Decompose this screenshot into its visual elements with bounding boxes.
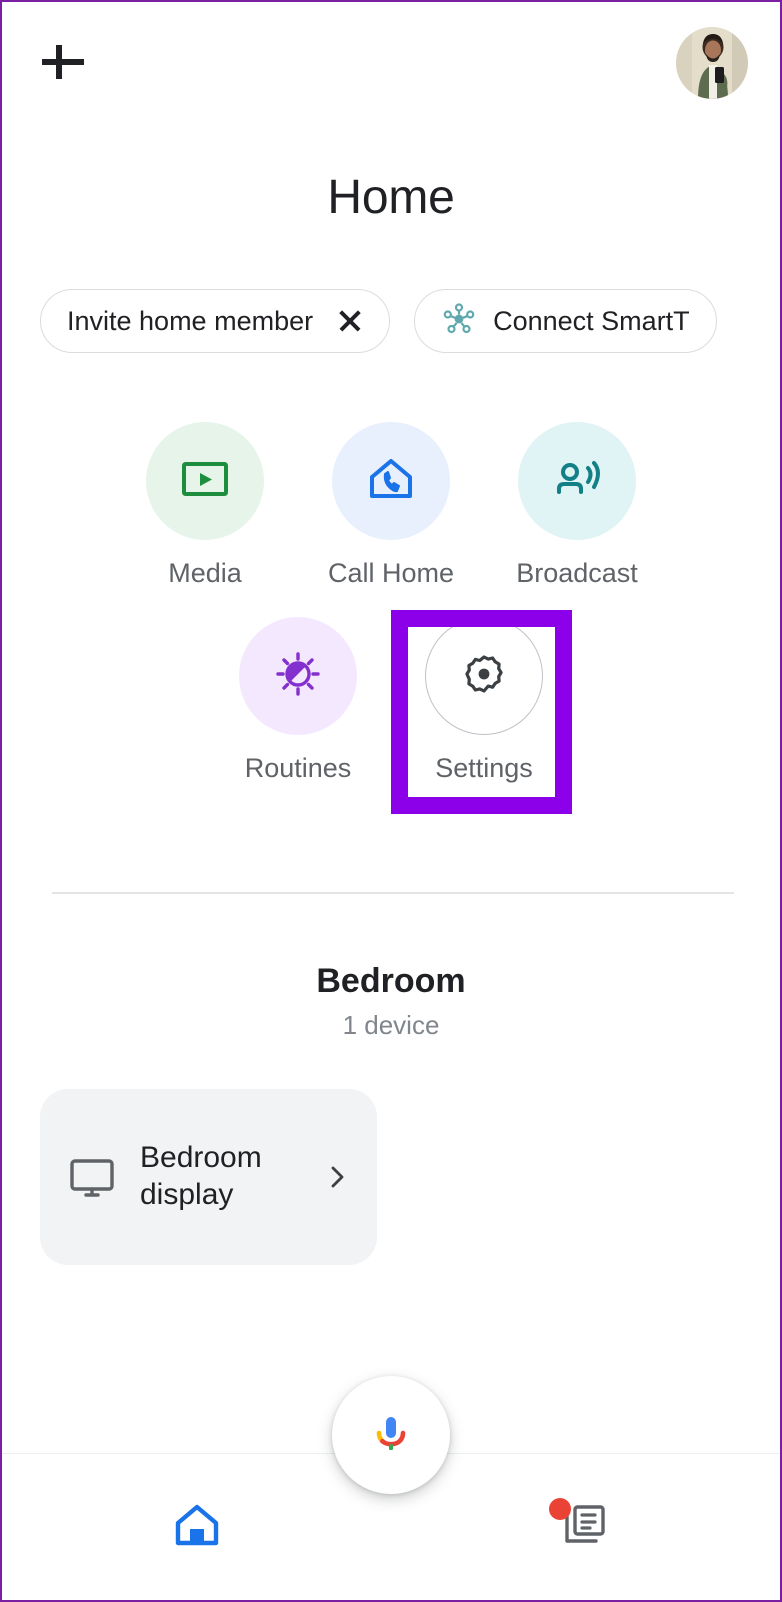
home-icon xyxy=(170,1498,224,1557)
avatar[interactable] xyxy=(676,27,748,99)
quick-actions: Media Call Home Broadcast Routines Setti… xyxy=(2,422,780,784)
action-broadcast-circle xyxy=(518,422,636,540)
action-routines[interactable]: Routines xyxy=(205,617,391,784)
page-title: Home xyxy=(327,171,455,224)
display-monitor-icon xyxy=(66,1151,118,1203)
room-title: Bedroom xyxy=(316,962,466,1000)
add-icon[interactable] xyxy=(38,37,88,87)
quick-actions-row-1: Media Call Home Broadcast xyxy=(2,422,780,589)
plus-vertical-stroke xyxy=(56,45,62,79)
chip-connect-smartthings[interactable]: Connect SmartT xyxy=(414,289,717,353)
action-media-circle xyxy=(146,422,264,540)
smart-things-hub-icon xyxy=(441,301,477,342)
user-avatar-image xyxy=(676,27,748,99)
broadcast-icon xyxy=(548,450,606,513)
action-media[interactable]: Media xyxy=(112,422,298,589)
action-label: Routines xyxy=(244,753,352,783)
notification-badge xyxy=(549,1498,571,1520)
settings-gear-icon xyxy=(460,650,508,703)
chevron-right-icon[interactable] xyxy=(323,1163,351,1191)
chip-invite-home-member[interactable]: Invite home member xyxy=(40,289,391,353)
chip-label: Connect SmartT xyxy=(493,305,690,336)
action-label: Settings xyxy=(435,753,533,783)
plus-horizontal-stroke xyxy=(42,59,84,65)
app-screen: Home Invite home member Connect SmartT M… xyxy=(0,0,782,1602)
assistant-mic-button[interactable] xyxy=(332,1376,450,1494)
chip-label: Invite home member xyxy=(67,305,314,336)
quick-actions-row-2: Routines Settings xyxy=(2,617,780,784)
nav-item-home[interactable] xyxy=(2,1454,391,1600)
device-name: Bedroom display xyxy=(140,1141,262,1211)
section-divider xyxy=(52,892,734,894)
device-card-bedroom-display[interactable]: Bedroom display xyxy=(40,1089,377,1265)
room-device-count: 1 device xyxy=(342,1010,440,1040)
action-call-home[interactable]: Call Home xyxy=(298,422,484,589)
action-settings-circle xyxy=(425,617,543,735)
media-play-icon xyxy=(176,450,234,513)
action-routines-circle xyxy=(239,617,357,735)
action-call-home-circle xyxy=(332,422,450,540)
call-home-icon xyxy=(362,450,420,513)
action-settings[interactable]: Settings xyxy=(391,617,577,784)
close-icon[interactable] xyxy=(337,308,363,334)
chip-row: Invite home member Connect SmartT xyxy=(2,288,780,354)
top-bar xyxy=(2,2,780,122)
nav-item-feed[interactable] xyxy=(391,1454,780,1600)
action-label: Media xyxy=(168,558,242,588)
google-assistant-mic-icon xyxy=(364,1406,418,1465)
action-label: Call Home xyxy=(327,558,455,588)
routines-sun-icon xyxy=(269,645,327,708)
action-broadcast[interactable]: Broadcast xyxy=(484,422,670,589)
action-label: Broadcast xyxy=(516,558,638,588)
